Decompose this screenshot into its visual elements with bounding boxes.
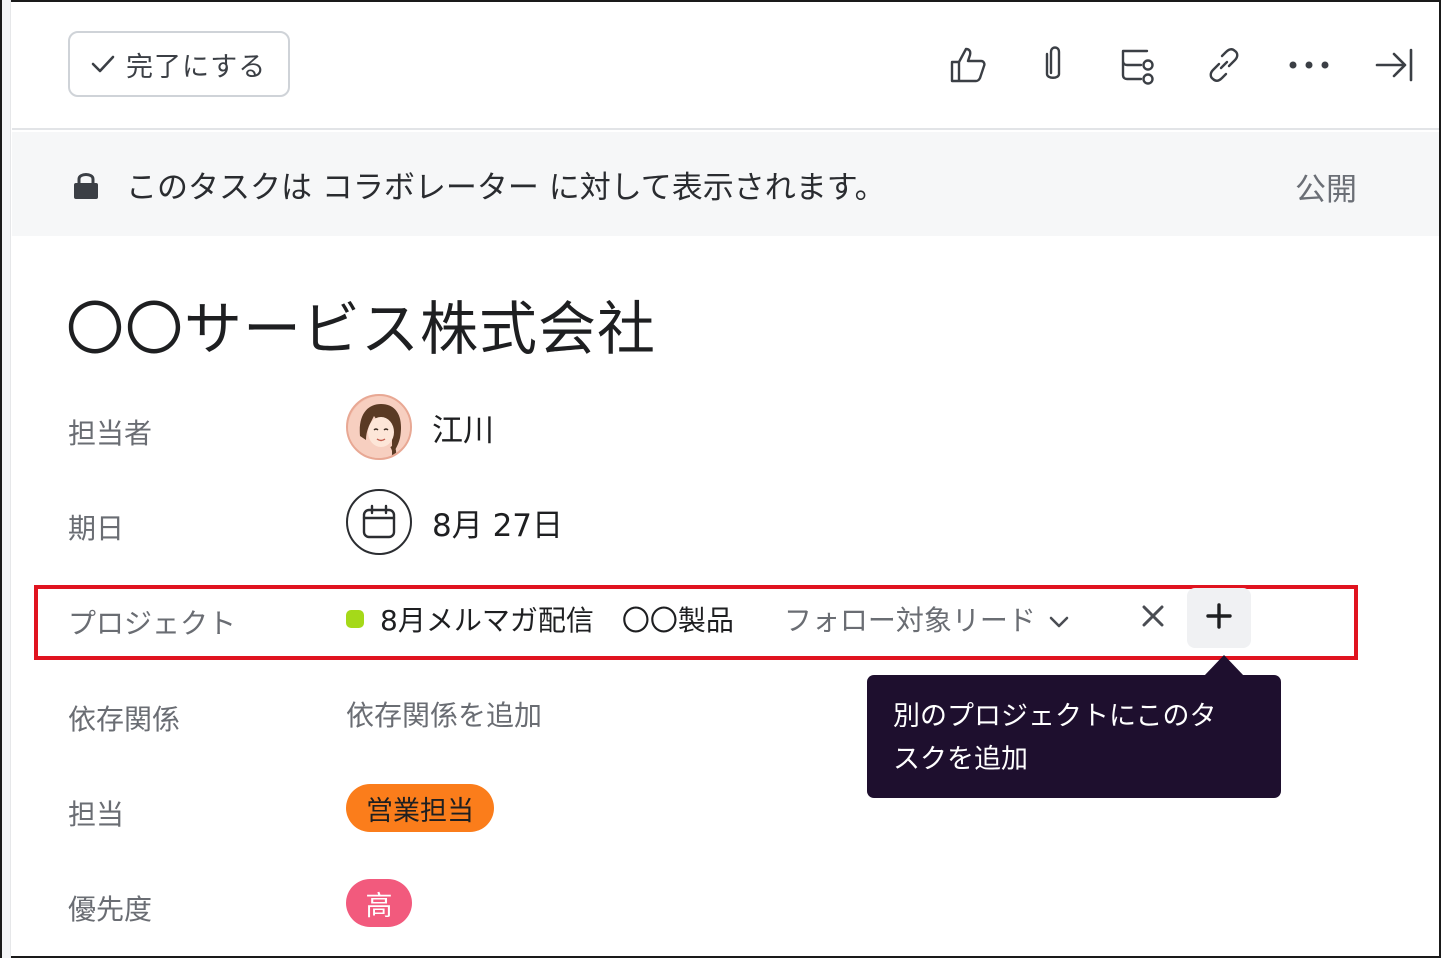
project-name-2[interactable]: 〇〇製品 [622,599,734,639]
task-toolbar: 完了にする [12,2,1439,130]
priority-field[interactable]: 高 [346,879,412,927]
section-dropdown[interactable]: フォロー対象リード [784,599,1070,639]
chevron-down-icon [1048,603,1070,636]
due-date-label: 期日 [68,512,125,545]
add-dependency-link[interactable]: 依存関係を追加 [346,694,542,734]
task-title[interactable]: 〇〇サービス株式会社 [66,282,656,366]
more-icon[interactable] [1287,42,1331,88]
priority-label: 優先度 [68,893,153,926]
priority-tag[interactable]: 高 [346,879,412,927]
dependencies-field[interactable]: 依存関係を追加 [346,694,542,734]
assignee-field[interactable]: 江川 [346,394,494,460]
remove-project-button[interactable] [1133,598,1173,638]
dependencies-label: 依存関係 [68,703,181,736]
owner-tag[interactable]: 営業担当 [346,784,494,832]
link-icon[interactable] [1202,42,1246,88]
section-name: フォロー対象リード [783,604,1036,637]
make-public-link[interactable]: 公開 [1295,164,1357,209]
projects-label: プロジェクト [68,607,237,640]
due-date-field[interactable]: 8月 27日 [346,489,563,555]
project-color-dot [346,610,364,628]
plus-icon [1206,603,1232,633]
visibility-banner: このタスクは コラボレーター に対して表示されます。 公開 [12,132,1439,236]
due-date-value: 8月 27日 [432,507,564,544]
add-project-tooltip: 別のプロジェクトにこのタ スクを追加 [867,675,1281,798]
assignee-name: 江川 [432,412,494,449]
close-panel-icon[interactable] [1372,42,1416,88]
assignee-label: 担当者 [68,417,153,450]
add-project-button[interactable] [1187,588,1251,648]
visibility-message: このタスクは コラボレーター に対して表示されます。 [126,170,886,206]
subtask-icon[interactable] [1116,42,1160,88]
tooltip-text-line2: スクを追加 [893,744,1028,775]
avatar[interactable] [346,394,412,460]
tooltip-arrow [1204,655,1244,676]
tooltip-text-line1: 別のプロジェクトにこのタ [893,701,1217,732]
projects-field: 8月メルマガ配信 〇〇製品 フォロー対象リード [346,599,1070,639]
close-icon [1140,603,1166,633]
mark-complete-label: 完了にする [126,51,267,83]
checkmark-icon [90,51,116,77]
owner-label: 担当 [68,798,125,831]
left-edge-strip [2,0,11,958]
thumbs-up-icon[interactable] [946,42,990,88]
lock-icon [72,170,100,200]
mark-complete-button[interactable]: 完了にする [68,31,290,97]
calendar-icon[interactable] [346,489,412,555]
attachment-icon[interactable] [1031,42,1075,88]
project-name[interactable]: 8月メルマガ配信 [380,599,594,639]
owner-field[interactable]: 営業担当 [346,784,494,832]
